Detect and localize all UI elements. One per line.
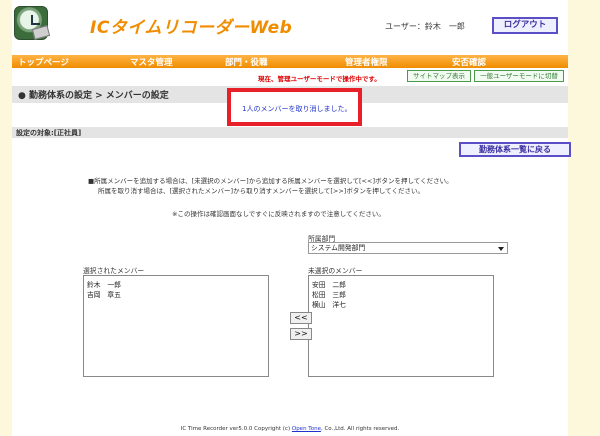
remove-member-button[interactable]: >> (290, 328, 312, 340)
nav-item-safety[interactable]: 安否確認 (452, 56, 486, 68)
footer-company-link[interactable]: Open Tone (292, 426, 321, 432)
footer: IC Time Recorder ver5.0.0 Copyright (c) … (12, 426, 568, 432)
department-select[interactable]: システム開発部門 (308, 242, 508, 254)
nav-item-department[interactable]: 部門・役職 (225, 56, 268, 68)
mode-message: 現在、管理ユーザーモードで操作中です。 (258, 75, 381, 83)
logout-button[interactable]: ログアウト (492, 17, 558, 34)
list-item[interactable]: 安田 二郎 (312, 280, 490, 290)
target-bar (12, 127, 568, 138)
app-title: ICタイムリコーダーWeb (90, 18, 293, 38)
add-member-button[interactable]: << (290, 312, 312, 324)
info-line-2: 所属を取り消す場合は、[選択されたメンバー]から取り消すメンバーを選択して[>>… (98, 187, 424, 195)
list-item[interactable]: 吉岡 章五 (87, 290, 265, 300)
main-nav: トップページ マスタ管理 部門・役職 管理者権限 安否確認 (12, 55, 568, 68)
info-line-3: ※この操作は確認画面なしですぐに反映されますので注意してください。 (172, 210, 385, 218)
clock-logo-icon (14, 6, 51, 40)
target-label: 設定の対象:[正社員] (16, 129, 82, 137)
list-item[interactable]: 松田 三郎 (312, 290, 490, 300)
nav-item-top[interactable]: トップページ (18, 56, 69, 68)
footer-rights: , Co.,Ltd. All rights reserved. (320, 426, 400, 432)
footer-copyright: IC Time Recorder ver5.0.0 Copyright (c) (180, 426, 291, 432)
section-title: ● 勤務体系の設定 > メンバーの設定 (18, 91, 169, 101)
user-label: ユーザー：鈴木 一郎 (385, 22, 465, 31)
chevron-down-icon (498, 247, 504, 251)
sitemap-button[interactable]: サイトマップ表示 (407, 70, 471, 82)
nav-item-master[interactable]: マスタ管理 (130, 56, 173, 68)
list-item[interactable]: 横山 洋七 (312, 300, 490, 310)
header: ICタイムリコーダーWeb ユーザー：鈴木 一郎 ログアウト (12, 0, 568, 55)
nav-item-admin[interactable]: 管理者権限 (345, 56, 388, 68)
list-item[interactable]: 鈴木 一郎 (87, 280, 265, 290)
selected-members-list[interactable]: 鈴木 一郎 吉岡 章五 (83, 275, 269, 377)
selected-members-label: 選択されたメンバー (83, 267, 145, 275)
info-line-1: ■所属メンバーを追加する場合は、[未選択のメンバー]から追加する所属メンバーを選… (88, 177, 453, 185)
switch-mode-button[interactable]: 一般ユーザーモードに切替 (474, 70, 564, 82)
notice-message: 1人のメンバーを取り消しました。 (242, 105, 352, 113)
page: ICタイムリコーダーWeb ユーザー：鈴木 一郎 ログアウト トップページ マス… (12, 0, 571, 436)
department-selected-value: システム開発部門 (311, 244, 366, 252)
unselected-members-label: 未選択のメンバー (308, 267, 363, 275)
back-to-list-button[interactable]: 勤務体系一覧に戻る (459, 142, 571, 157)
unselected-members-list[interactable]: 安田 二郎 松田 三郎 横山 洋七 (308, 275, 494, 377)
